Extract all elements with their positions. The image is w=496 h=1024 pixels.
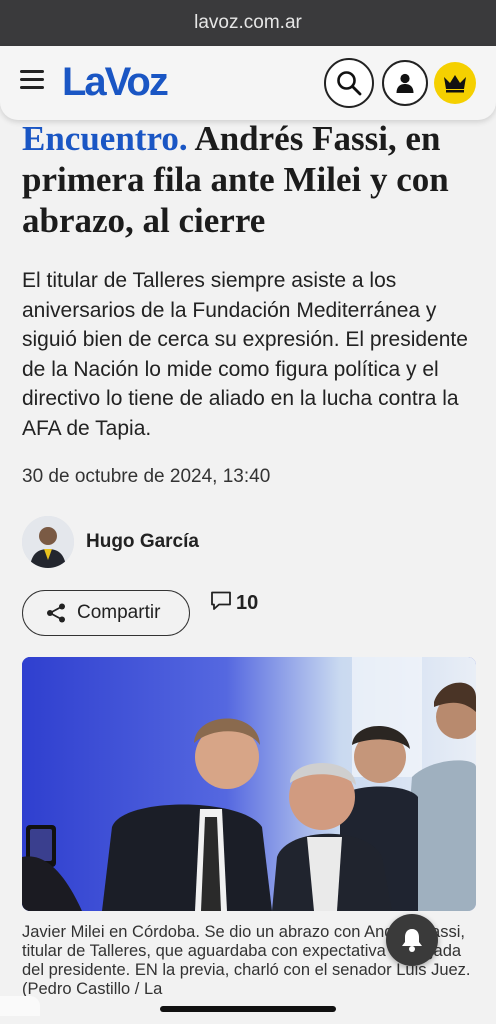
author-avatar[interactable] — [22, 516, 74, 568]
comment-count: 10 — [236, 592, 259, 614]
article-summary: El titular de Talleres siempre asiste a … — [22, 269, 468, 440]
user-icon — [396, 73, 414, 93]
comments-button[interactable]: 10 — [210, 590, 258, 615]
article-headline: Encuentro. Andrés Fassi, en primera fila… — [22, 118, 480, 241]
author-name[interactable]: Hugo García — [86, 531, 199, 553]
publish-date: 30 de octubre de 2024, 13:40 — [22, 466, 271, 487]
home-indicator — [0, 996, 496, 1024]
share-icon — [47, 603, 65, 623]
search-icon — [337, 71, 362, 96]
site-header: LaVoz — [0, 46, 496, 120]
comment-icon — [211, 591, 231, 610]
crown-icon — [444, 75, 466, 93]
share-button[interactable]: Compartir — [22, 590, 190, 636]
bell-icon — [402, 929, 422, 952]
premium-button[interactable] — [434, 62, 476, 104]
url-text[interactable]: lavoz.com.ar — [194, 12, 302, 34]
headline-kicker: Encuentro. — [22, 119, 188, 158]
notifications-button[interactable] — [386, 914, 438, 966]
author-block[interactable]: Hugo García — [22, 516, 199, 568]
share-label: Compartir — [77, 602, 161, 623]
browser-address-bar[interactable]: lavoz.com.ar — [0, 0, 496, 46]
search-button[interactable] — [324, 58, 374, 108]
site-logo[interactable]: LaVoz — [62, 60, 169, 105]
user-button[interactable] — [382, 60, 428, 106]
menu-icon[interactable] — [20, 70, 44, 92]
scroll-up-tab[interactable] — [0, 996, 40, 1016]
article-photo[interactable] — [22, 657, 476, 911]
home-indicator-bar[interactable] — [160, 1006, 336, 1012]
